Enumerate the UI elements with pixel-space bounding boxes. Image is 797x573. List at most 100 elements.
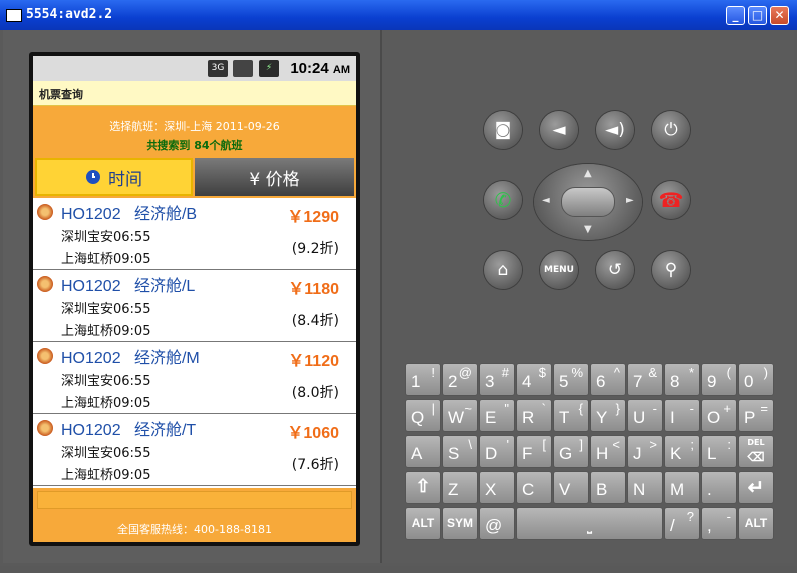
delete-key[interactable]: DEL ⌫: [738, 435, 774, 468]
menu-button[interactable]: MENU: [540, 251, 578, 289]
key-comma[interactable]: ,-: [701, 507, 737, 540]
key-u[interactable]: U-: [627, 399, 663, 432]
key-h[interactable]: H <: [590, 435, 626, 468]
key-9[interactable]: 9(: [701, 363, 737, 396]
panel-divider: [380, 30, 382, 563]
key-x[interactable]: X: [479, 471, 515, 504]
key-i[interactable]: I-: [664, 399, 700, 432]
key-f[interactable]: F[: [516, 435, 552, 468]
key-j[interactable]: J >: [627, 435, 663, 468]
key-l[interactable]: L:: [701, 435, 737, 468]
key-o-label: O: [707, 408, 721, 427]
dpad[interactable]: ▲ ▼ ◄ ►: [534, 164, 642, 240]
key-y[interactable]: Y}: [590, 399, 626, 432]
maximize-button[interactable]: □: [748, 6, 767, 25]
key-2-shift-label: @: [458, 365, 472, 380]
back-button[interactable]: ↺: [596, 251, 634, 289]
camera-button[interactable]: ◙: [484, 111, 522, 149]
dpad-center-button[interactable]: [561, 187, 615, 217]
key-7[interactable]: 7 &: [627, 363, 663, 396]
key-at[interactable]: @: [479, 507, 515, 540]
key-m[interactable]: M: [664, 471, 700, 504]
flight-row[interactable]: HO1202 经济舱/L ￥1180 深圳宝安06:55 上海虹桥09:05 (…: [33, 270, 356, 342]
shift-key[interactable]: ⇧: [405, 471, 441, 504]
key-z[interactable]: Z: [442, 471, 478, 504]
key-6[interactable]: 6 ^: [590, 363, 626, 396]
dpad-up-icon: ▲: [584, 168, 592, 179]
key-8[interactable]: 8 *: [664, 363, 700, 396]
key-slash[interactable]: /?: [664, 507, 700, 540]
key-e[interactable]: E ": [479, 399, 515, 432]
key-p-label: P: [744, 408, 756, 427]
key-3[interactable]: 3 #: [479, 363, 515, 396]
key-q[interactable]: Q |: [405, 399, 441, 432]
key-n-label: N: [633, 480, 646, 499]
key-u-label: U: [633, 408, 646, 427]
flight-info: HO1202 经济舱/T: [61, 422, 197, 439]
key-5-label: 5: [559, 372, 569, 391]
key-t-label: T: [559, 408, 570, 427]
enter-key[interactable]: ↵: [738, 471, 774, 504]
key-4[interactable]: 4 $: [516, 363, 552, 396]
key-c[interactable]: C: [516, 471, 552, 504]
phone-call-icon: ✆: [494, 188, 512, 212]
key-n[interactable]: N: [627, 471, 663, 504]
end-call-button[interactable]: ☎: [652, 181, 690, 219]
key-t[interactable]: T{: [553, 399, 589, 432]
app-title: 机票查询: [39, 88, 83, 101]
home-button[interactable]: ⌂: [484, 251, 522, 289]
flight-row[interactable]: HO1202 经济舱/M ￥1120 深圳宝安06:55 上海虹桥09:05 (…: [33, 342, 356, 414]
space-key[interactable]: ⎵: [516, 507, 663, 540]
minimize-button[interactable]: _: [726, 6, 745, 25]
call-button[interactable]: ✆: [484, 181, 522, 219]
key-d[interactable]: D ': [479, 435, 515, 468]
flight-row[interactable]: HO1202 经济舱/T ￥1060 深圳宝安06:55 上海虹桥09:05 (…: [33, 414, 356, 486]
key-3-shift-label: #: [501, 365, 509, 380]
key-w[interactable]: W ~: [442, 399, 478, 432]
depart-info: 深圳宝安06:55: [61, 446, 151, 461]
key-e-shift-label: ": [504, 401, 509, 416]
key-r[interactable]: R `: [516, 399, 552, 432]
key-o[interactable]: O +: [701, 399, 737, 432]
key-1[interactable]: 1!: [405, 363, 441, 396]
key-s-shift-label: \: [468, 437, 472, 452]
tab-time[interactable]: 时间: [35, 158, 193, 196]
tab-price[interactable]: ¥ 价格: [195, 158, 354, 196]
clock: 10:24 AM: [290, 60, 350, 77]
search-icon: ⚲: [664, 260, 678, 280]
key-g[interactable]: G]: [553, 435, 589, 468]
search-button[interactable]: ⚲: [652, 251, 690, 289]
key-2[interactable]: 2 @: [442, 363, 478, 396]
dpad-right-icon: ►: [626, 195, 634, 206]
sym-key[interactable]: SYM: [442, 507, 478, 540]
key-v[interactable]: V: [553, 471, 589, 504]
key-6-shift-label: ^: [613, 365, 620, 380]
key-s[interactable]: S \: [442, 435, 478, 468]
volume-down-button[interactable]: ◄: [540, 111, 578, 149]
key-b[interactable]: B: [590, 471, 626, 504]
alt-right-key[interactable]: ALT: [738, 507, 774, 540]
close-button[interactable]: ✕: [770, 6, 789, 25]
alt-key[interactable]: ALT: [405, 507, 441, 540]
flight-list: HO1202 经济舱/B ￥1290 深圳宝安06:55 上海虹桥09:05 (…: [33, 198, 356, 488]
result-count: 共搜索到 84个航班: [146, 139, 243, 152]
flight-price: ￥1180: [288, 281, 339, 298]
home-icon: ⌂: [497, 260, 509, 280]
key-f-label: F: [522, 444, 533, 463]
discount: (7.6折): [291, 457, 339, 473]
sym-key-label: SYM: [446, 516, 473, 530]
key-p[interactable]: P =: [738, 399, 774, 432]
flight-row[interactable]: HO1202 经济舱/B ￥1290 深圳宝安06:55 上海虹桥09:05 (…: [33, 198, 356, 270]
key-d-label: D: [485, 444, 498, 463]
volume-up-button[interactable]: ◄): [596, 111, 634, 149]
key-period[interactable]: .: [701, 471, 737, 504]
key-a[interactable]: A: [405, 435, 441, 468]
dpad-down-icon: ▼: [584, 224, 592, 235]
key-k[interactable]: K;: [664, 435, 700, 468]
key-slash-label: /: [670, 516, 675, 535]
key-0[interactable]: 0): [738, 363, 774, 396]
hotline-bar: 全国客服热线：400-188-8181: [33, 512, 356, 542]
power-button[interactable]: ⏻: [652, 111, 690, 149]
phone-bezel: 3G ⚡ 10:24 AM 机票查询 选择航班：深圳-上海 2011-09-26…: [29, 52, 360, 546]
key-5[interactable]: 5%: [553, 363, 589, 396]
